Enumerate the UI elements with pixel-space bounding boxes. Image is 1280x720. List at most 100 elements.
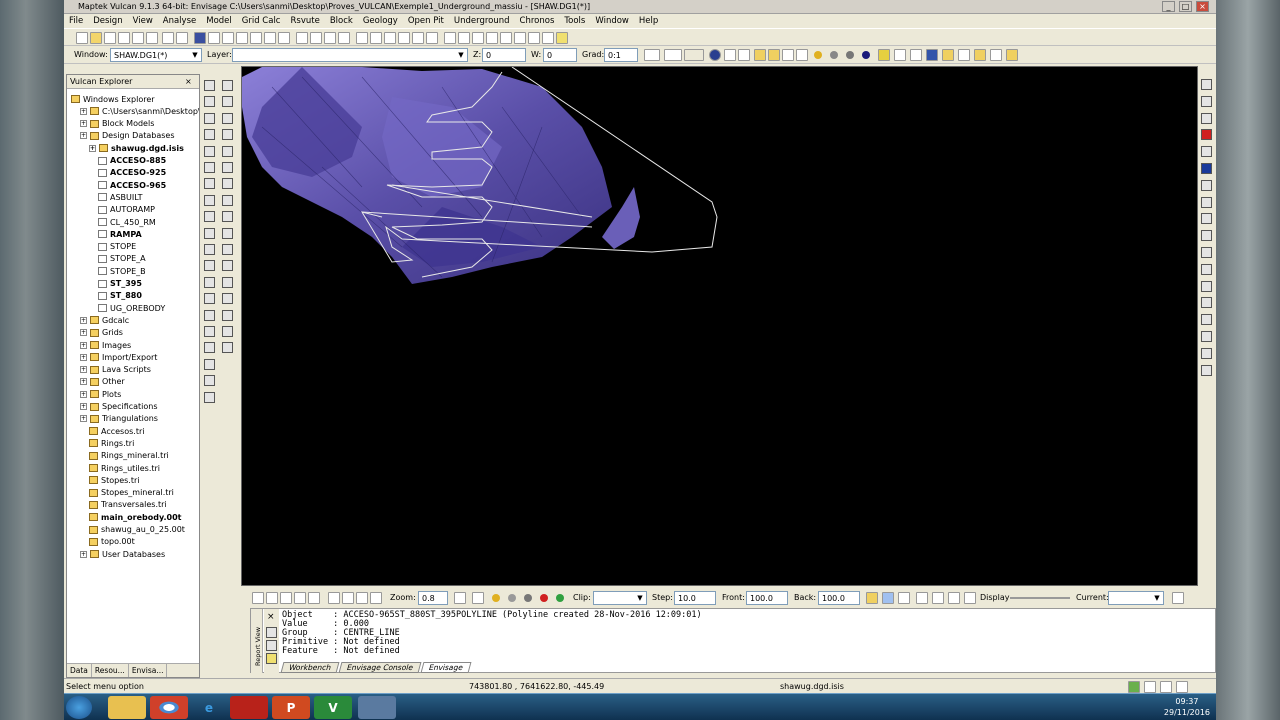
line-type-icon[interactable] bbox=[684, 49, 704, 61]
menu-help[interactable]: Help bbox=[634, 16, 663, 26]
status-icon-3[interactable] bbox=[1160, 681, 1172, 693]
layer-select[interactable]: ▼ bbox=[232, 48, 468, 62]
tree-item[interactable]: + Specifications bbox=[80, 401, 158, 413]
windows-start-button[interactable] bbox=[66, 696, 92, 719]
tool-icon-8[interactable] bbox=[1006, 49, 1018, 61]
clip-on-icon[interactable] bbox=[866, 592, 878, 604]
tree-item[interactable]: STOPE_A bbox=[98, 253, 146, 265]
file-explorer-taskbar-icon[interactable] bbox=[108, 696, 146, 719]
draw-tool-icon[interactable] bbox=[204, 211, 215, 223]
draw-tool-icon[interactable] bbox=[204, 112, 215, 124]
draw-tool-icon[interactable] bbox=[204, 358, 215, 370]
draw-tool-icon[interactable] bbox=[204, 145, 215, 157]
expand-icon[interactable]: + bbox=[80, 353, 87, 361]
window-icon-2[interactable] bbox=[948, 592, 960, 604]
close-icon[interactable]: × bbox=[267, 612, 275, 622]
clip-box-icon[interactable] bbox=[882, 592, 894, 604]
zoom-input[interactable]: 0.8 bbox=[418, 591, 448, 605]
print-icon[interactable] bbox=[266, 627, 277, 638]
tree-item[interactable]: + Triangulations bbox=[80, 413, 158, 425]
draw-tool-icon[interactable] bbox=[222, 178, 233, 190]
expand-icon[interactable]: + bbox=[80, 329, 87, 337]
redo-icon[interactable] bbox=[176, 32, 188, 44]
tree-item[interactable]: + Grids bbox=[80, 327, 123, 339]
draw-tool-icon[interactable] bbox=[222, 260, 233, 272]
refresh-icon[interactable] bbox=[146, 32, 158, 44]
light-green-icon[interactable] bbox=[556, 594, 564, 602]
section-icon[interactable] bbox=[898, 592, 910, 604]
draw-tool-icon[interactable] bbox=[222, 129, 233, 141]
view-tool-icon[interactable] bbox=[1201, 297, 1212, 309]
view-tool-icon[interactable] bbox=[1201, 213, 1212, 225]
view-tool-icon[interactable] bbox=[1201, 263, 1212, 275]
status-icon-4[interactable] bbox=[1176, 681, 1188, 693]
new-icon[interactable] bbox=[76, 32, 88, 44]
tree-item[interactable]: ACCESO-885 bbox=[98, 155, 166, 167]
draw-tool-icon[interactable] bbox=[204, 260, 215, 272]
internet-explorer-taskbar-icon[interactable]: e bbox=[190, 696, 228, 719]
expand-icon[interactable]: + bbox=[80, 390, 87, 398]
status-icon[interactable] bbox=[1128, 681, 1140, 693]
powerpoint-taskbar-icon[interactable]: P bbox=[272, 696, 310, 719]
view-tool-icon[interactable] bbox=[1201, 179, 1212, 191]
draw-tool-icon[interactable] bbox=[222, 326, 233, 337]
paste-icon[interactable] bbox=[250, 32, 262, 44]
tree-item[interactable]: Rings.tri bbox=[89, 437, 134, 449]
explorer-close-button[interactable]: × bbox=[185, 77, 192, 86]
text-a-icon[interactable] bbox=[342, 592, 354, 604]
tree-item[interactable]: Rings_utiles.tri bbox=[89, 462, 160, 474]
colour-swatch[interactable] bbox=[644, 49, 660, 61]
snap-icon-5[interactable] bbox=[412, 32, 424, 44]
undo-icon[interactable] bbox=[162, 32, 174, 44]
expand-icon[interactable]: + bbox=[89, 144, 96, 152]
draw-tool-icon[interactable] bbox=[204, 309, 215, 321]
clear-icon[interactable] bbox=[266, 653, 277, 664]
light-grey-icon-2[interactable] bbox=[524, 594, 532, 602]
menu-analyse[interactable]: Analyse bbox=[158, 16, 201, 26]
print-icon[interactable] bbox=[208, 32, 220, 44]
tab-envisage[interactable]: Envisa... bbox=[129, 664, 168, 677]
view-tool-icon[interactable] bbox=[1201, 331, 1212, 342]
tab-envisage[interactable]: Envisage bbox=[420, 662, 472, 673]
menu-open-pit[interactable]: Open Pit bbox=[403, 16, 449, 26]
back-input[interactable]: 100.0 bbox=[818, 591, 860, 605]
tab-data[interactable]: Data bbox=[67, 664, 92, 677]
draw-tool-icon[interactable] bbox=[204, 293, 215, 305]
polygon-icon[interactable] bbox=[444, 32, 456, 44]
yellow-dot-icon[interactable] bbox=[814, 51, 822, 59]
acrobat-taskbar-icon[interactable] bbox=[230, 696, 268, 719]
select-icon[interactable] bbox=[782, 49, 794, 61]
snap-icon[interactable] bbox=[356, 32, 368, 44]
draw-tool-icon[interactable] bbox=[222, 211, 233, 223]
line-style-swatch[interactable] bbox=[664, 49, 682, 61]
tree-item[interactable]: Windows Explorer bbox=[71, 93, 155, 105]
font-icon[interactable] bbox=[556, 32, 568, 44]
text-icon[interactable] bbox=[754, 49, 766, 61]
view-tool-icon[interactable] bbox=[1201, 364, 1212, 376]
tree-item[interactable]: Transversales.tri bbox=[89, 499, 167, 511]
tree-item[interactable]: + Images bbox=[80, 339, 131, 351]
filter-icon[interactable] bbox=[738, 49, 750, 61]
grad-input[interactable]: 0:1 bbox=[604, 48, 638, 62]
line-tool-icon-4[interactable] bbox=[338, 32, 350, 44]
polygon-icon-2[interactable] bbox=[458, 32, 470, 44]
menu-grid-calc[interactable]: Grid Calc bbox=[237, 16, 286, 26]
tree-item[interactable]: RAMPA bbox=[98, 228, 142, 240]
tab-workbench[interactable]: Workbench bbox=[280, 662, 340, 673]
view-tool-icon[interactable] bbox=[1201, 230, 1212, 242]
save-icon[interactable] bbox=[194, 32, 206, 44]
tree-item[interactable]: Accesos.tri bbox=[89, 425, 144, 437]
draw-tool-icon[interactable] bbox=[204, 227, 215, 239]
tree-item[interactable]: + Lava Scripts bbox=[80, 364, 151, 376]
clip-select[interactable]: ▼ bbox=[593, 591, 647, 605]
draw-tool-icon[interactable] bbox=[222, 145, 233, 157]
close-button[interactable]: × bbox=[1196, 1, 1209, 12]
light-yellow-icon[interactable] bbox=[492, 594, 500, 602]
tree-item[interactable]: Rings_mineral.tri bbox=[89, 450, 169, 462]
draw-tool-icon[interactable] bbox=[222, 194, 233, 206]
draw-tool-icon[interactable] bbox=[204, 178, 215, 190]
status-icon-2[interactable] bbox=[1144, 681, 1156, 693]
view-tool-icon[interactable] bbox=[1201, 347, 1212, 359]
menu-view[interactable]: View bbox=[128, 16, 158, 26]
measure-icon[interactable] bbox=[328, 592, 340, 604]
